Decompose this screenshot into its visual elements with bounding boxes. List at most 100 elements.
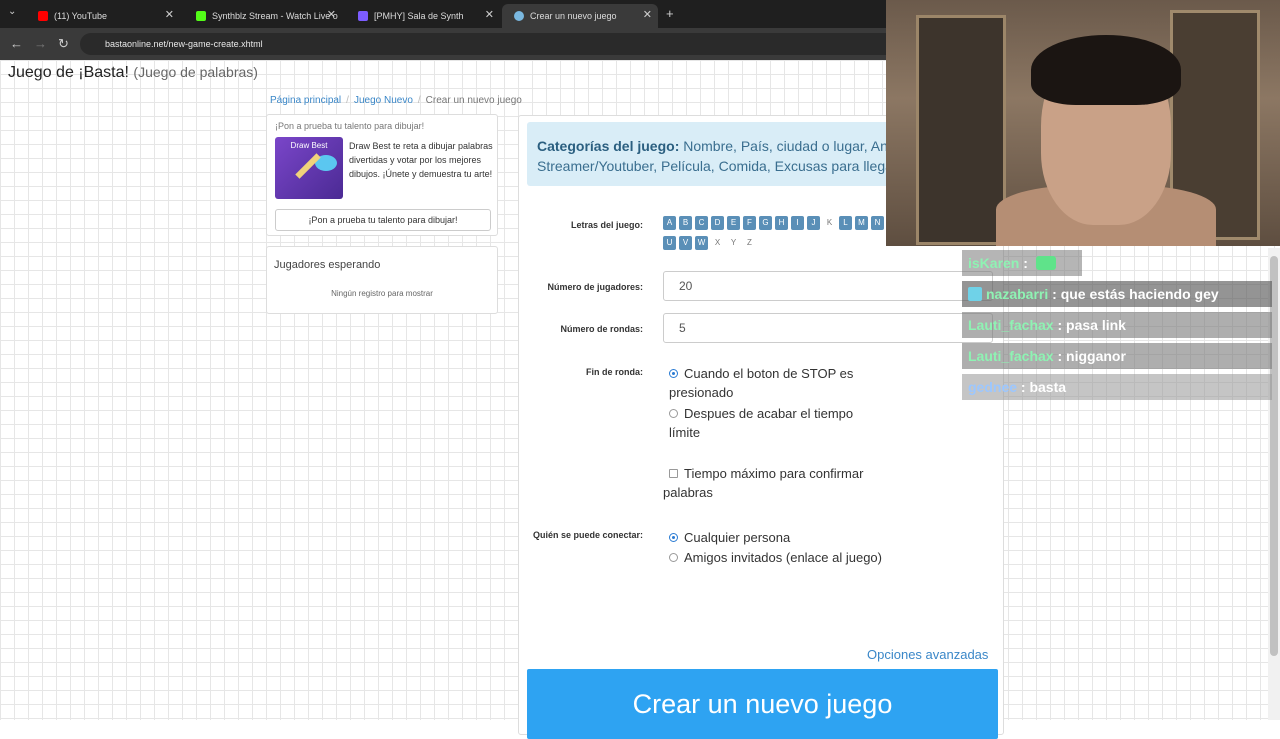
letter-chip[interactable]: D bbox=[711, 216, 724, 230]
chat-message: Lauti_fachax : nigganor bbox=[962, 343, 1272, 369]
site-icon bbox=[514, 11, 524, 21]
draw-best-image-title: Draw Best bbox=[290, 141, 328, 150]
radio-icon[interactable] bbox=[669, 553, 678, 562]
tab-title: [PMHY] Sala de Synth bbox=[374, 11, 464, 21]
rounds-label: Número de rondas: bbox=[560, 324, 643, 334]
letter-chip[interactable]: N bbox=[871, 216, 884, 230]
tab-title: Synthblz Stream - Watch Live o bbox=[212, 11, 338, 21]
letter-chip[interactable]: Y bbox=[727, 236, 740, 250]
chat-username: gednee bbox=[968, 379, 1018, 395]
kick-icon bbox=[196, 11, 206, 21]
connect-option-anyone[interactable]: Cualquier persona bbox=[669, 528, 969, 547]
title-subtitle: (Juego de palabras) bbox=[133, 64, 258, 80]
close-icon[interactable]: ✕ bbox=[327, 8, 336, 21]
connect-label: Quién se puede conectar: bbox=[532, 530, 643, 540]
create-game-button[interactable]: Crear un nuevo juego bbox=[527, 669, 998, 739]
letter-chip[interactable]: K bbox=[823, 216, 836, 230]
promo-description: Draw Best te reta a dibujar palabras div… bbox=[349, 141, 493, 179]
chat-text: que estás haciendo gey bbox=[1060, 286, 1219, 302]
end-option-stop-label: Cuando el boton de STOP es presionado bbox=[669, 366, 854, 400]
categories-label: Categorías del juego: bbox=[537, 138, 680, 154]
tab-youtube[interactable]: (11) YouTube ✕ bbox=[26, 4, 180, 28]
letter-chip[interactable]: U bbox=[663, 236, 676, 250]
players-input[interactable]: 20 bbox=[663, 271, 993, 301]
chat-message: gednee : basta bbox=[962, 374, 1272, 400]
letter-chip[interactable]: G bbox=[759, 216, 772, 230]
end-option-stop[interactable]: Cuando el boton de STOP es presionado bbox=[669, 364, 869, 402]
tab-kick-stream[interactable]: Synthblz Stream - Watch Live o ✕ bbox=[184, 4, 342, 28]
letter-chip[interactable]: B bbox=[679, 216, 692, 230]
draw-best-image[interactable]: Draw Best bbox=[275, 137, 343, 199]
reload-icon[interactable]: ↻ bbox=[58, 36, 69, 52]
end-option-time[interactable]: Despues de acabar el tiempo límite bbox=[669, 404, 869, 442]
letter-chip[interactable]: E bbox=[727, 216, 740, 230]
youtube-icon bbox=[38, 11, 48, 21]
shelf-left bbox=[916, 15, 1006, 245]
letter-chip[interactable]: F bbox=[743, 216, 756, 230]
page-title: Juego de ¡Basta! (Juego de palabras) bbox=[8, 64, 258, 82]
tab-title: (11) YouTube bbox=[54, 11, 108, 21]
letter-chip[interactable]: A bbox=[663, 216, 676, 230]
max-time-label: Tiempo máximo para confirmar palabras bbox=[663, 466, 864, 500]
promo-panel: ¡Pon a prueba tu talento para dibujar! D… bbox=[266, 114, 498, 236]
back-icon[interactable]: ← bbox=[10, 36, 23, 51]
title-text: Juego de ¡Basta! bbox=[8, 64, 129, 81]
letter-chip[interactable]: H bbox=[775, 216, 788, 230]
chat-username: Lauti_fachax bbox=[968, 348, 1054, 364]
tab-crear-juego[interactable]: Crear un nuevo juego ✕ bbox=[502, 4, 658, 28]
letters-list: ABCDEFGHIJKLMN UVWXYZ bbox=[663, 216, 893, 256]
chat-username: isKaren bbox=[968, 255, 1020, 271]
radio-icon[interactable] bbox=[669, 409, 678, 418]
connect-option-friends[interactable]: Amigos invitados (enlace al juego) bbox=[669, 548, 969, 567]
streamer-hair bbox=[1031, 35, 1181, 105]
forward-icon[interactable]: → bbox=[34, 36, 47, 51]
letter-chip[interactable]: C bbox=[695, 216, 708, 230]
promo-button[interactable]: ¡Pon a prueba tu talento para dibujar! bbox=[275, 209, 491, 231]
end-option-time-label: Despues de acabar el tiempo límite bbox=[669, 406, 854, 440]
radio-selected-icon[interactable] bbox=[669, 533, 678, 542]
waiting-heading: Jugadores esperando bbox=[274, 259, 381, 271]
stream-chat-overlay: isKaren : nazabarri : que estás haciendo… bbox=[962, 250, 1272, 405]
letters-label: Letras del juego: bbox=[570, 220, 643, 230]
letter-chip[interactable]: J bbox=[807, 216, 820, 230]
chat-username: Lauti_fachax bbox=[968, 317, 1054, 333]
letter-chip[interactable]: L bbox=[839, 216, 852, 230]
letter-chip[interactable]: I bbox=[791, 216, 804, 230]
letter-chip[interactable]: W bbox=[695, 236, 708, 250]
advanced-options-link[interactable]: Opciones avanzadas bbox=[867, 647, 988, 662]
user-badge-icon bbox=[968, 287, 982, 301]
chat-username: nazabarri bbox=[986, 286, 1049, 302]
promo-heading: ¡Pon a prueba tu talento para dibujar! bbox=[275, 121, 425, 131]
letter-chip[interactable]: M bbox=[855, 216, 868, 230]
letter-chip[interactable]: Z bbox=[743, 236, 756, 250]
breadcrumb-home[interactable]: Página principal bbox=[270, 95, 341, 106]
waiting-players-panel: Jugadores esperando Ningún registro para… bbox=[266, 246, 498, 314]
url-field[interactable]: bastaonline.net/new-game-create.xhtml bbox=[80, 33, 910, 55]
chat-message: isKaren : bbox=[962, 250, 1082, 276]
letter-chip[interactable]: X bbox=[711, 236, 724, 250]
tab-title: Crear un nuevo juego bbox=[530, 11, 617, 21]
rounds-input[interactable]: 5 bbox=[663, 313, 993, 343]
new-tab-icon[interactable]: + bbox=[666, 6, 674, 21]
chat-text: basta bbox=[1029, 379, 1067, 395]
waiting-empty: Ningún registro para mostrar bbox=[331, 289, 433, 298]
chat-message: nazabarri : que estás haciendo gey bbox=[962, 281, 1272, 307]
chat-message: Lauti_fachax : pasa link bbox=[962, 312, 1272, 338]
site-icon bbox=[358, 11, 368, 21]
close-icon[interactable]: ✕ bbox=[643, 8, 652, 21]
radio-selected-icon[interactable] bbox=[669, 369, 678, 378]
tab-synth-room[interactable]: [PMHY] Sala de Synth ✕ bbox=[346, 4, 500, 28]
letter-chip[interactable]: V bbox=[679, 236, 692, 250]
chat-text: nigganor bbox=[1066, 348, 1126, 364]
close-icon[interactable]: ✕ bbox=[165, 8, 174, 21]
webcam-overlay bbox=[886, 0, 1280, 246]
tab-list-chevron-icon[interactable]: ⌄ bbox=[8, 6, 16, 17]
close-icon[interactable]: ✕ bbox=[485, 8, 494, 21]
breadcrumb-new-game[interactable]: Juego Nuevo bbox=[354, 95, 413, 106]
max-time-option[interactable]: Tiempo máximo para confirmar palabras bbox=[663, 464, 883, 502]
checkbox-icon[interactable] bbox=[669, 469, 678, 478]
connect-anyone-label: Cualquier persona bbox=[684, 530, 791, 545]
chat-text: pasa link bbox=[1066, 317, 1126, 333]
players-label: Número de jugadores: bbox=[547, 282, 643, 292]
breadcrumb: Página principal / Juego Nuevo / Crear un nu… bbox=[270, 95, 522, 106]
